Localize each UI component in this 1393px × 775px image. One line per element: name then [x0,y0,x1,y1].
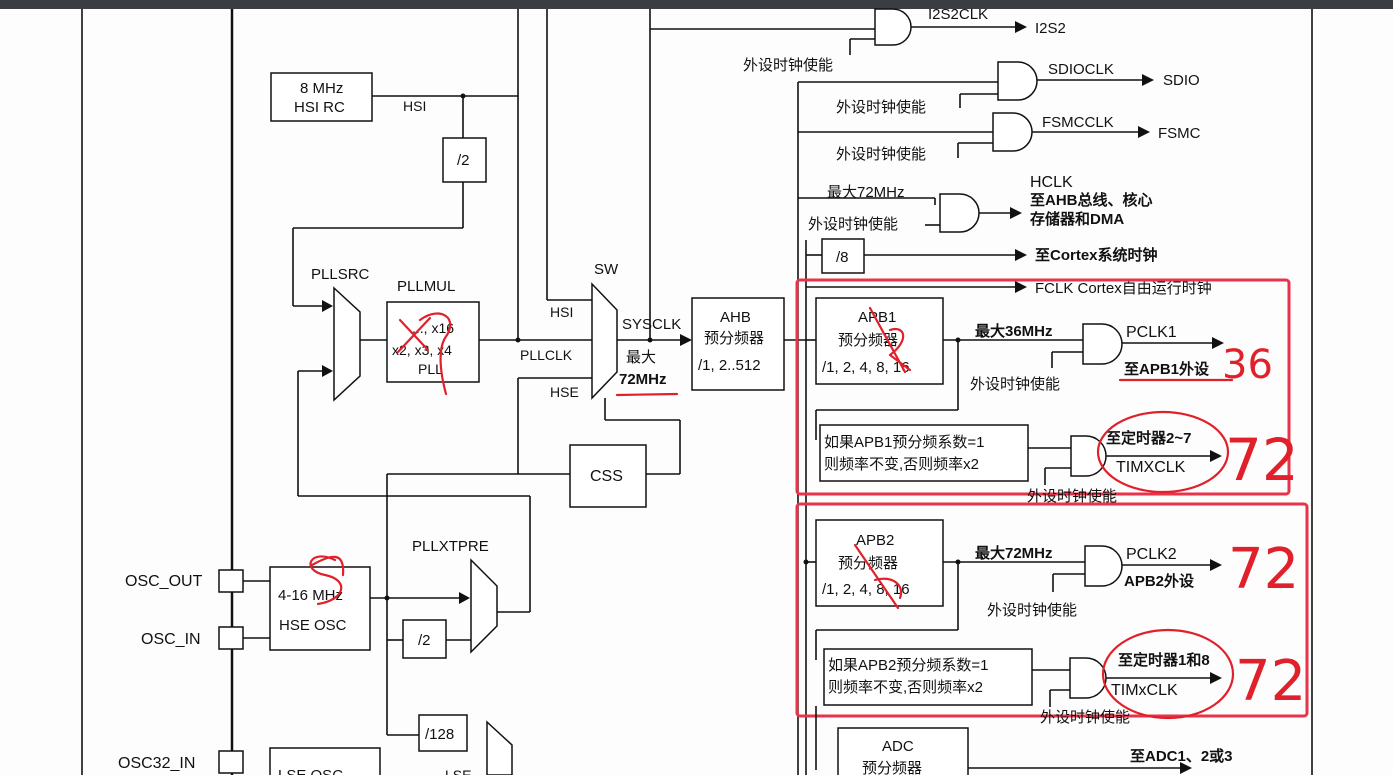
sdio-label: SDIO [1163,72,1200,89]
osc32-in-pin [218,750,244,774]
fsmc-label: FSMC [1158,125,1201,142]
timxclk-lower-label: TIMxCLK [1111,682,1178,699]
hse-osc-line1: 4-16 MHz [278,587,343,604]
peri-en-sdio: 外设时钟使能 [836,99,926,116]
tim18-label: 至定时器1和8 [1118,651,1210,669]
cortex-clock-label: 至Cortex系统时钟 [1035,246,1158,264]
osc-out-label: OSC_OUT [125,573,203,590]
pllsrc-mux [333,286,361,402]
pclk1-label: PCLK1 [1126,324,1177,341]
lse-label: LSE [445,767,471,775]
and-gate-hclk [939,193,980,233]
apb2-dest-label: APB2外设 [1124,572,1194,590]
osc-out-pin [218,569,244,593]
apb1-label: APB1 [858,309,896,326]
adc-prescaler-label: 预分频器 [862,760,922,775]
peri-en-apb1: 外设时钟使能 [970,376,1060,393]
timxclk-upper-label: TIMXCLK [1116,459,1186,476]
hsi-line-label: HSI [403,98,426,114]
hsi-rc-line2: HSI RC [294,99,345,116]
apb1-cond-line1: 如果APB1预分频系数=1 [824,434,984,451]
pllxtpre-mux [470,558,498,654]
hclk-max-label: 最大72MHz [827,184,905,201]
div8-label: /8 [836,249,849,266]
sw-mux [591,282,618,400]
osc32-in-label: OSC32_IN [118,755,195,772]
apb2-label: APB2 [856,532,894,549]
stm32-clock-tree-diagram: I2S2CLK I2S2 外设时钟使能 SDIOCLK SDIO 外设时钟使能 … [81,6,1313,775]
pclk2-label: PCLK2 [1126,546,1177,563]
sw-hse-label: HSE [550,384,579,400]
apb2-max-label: 最大72MHz [975,544,1053,562]
ahb-div-label: /1, 2..512 [698,357,761,374]
sdioclk-label: SDIOCLK [1048,61,1114,78]
peri-en-tim27: 外设时钟使能 [1027,488,1117,505]
i2s2-label: I2S2 [1035,20,1066,37]
peri-en-tim18: 外设时钟使能 [1040,709,1130,726]
adc-dest-label: 至ADC1、2或3 [1130,747,1233,765]
sw-label: SW [594,261,619,278]
hsi-div2-label: /2 [457,152,470,169]
css-label: CSS [590,468,623,485]
hsi-rc-line1: 8 MHz [300,80,343,97]
hclk-dest-line1: 至AHB总线、核心 [1030,191,1153,209]
and-gate-i2s2 [874,8,912,46]
handwritten-72-timers: 72 [1235,649,1306,714]
pllclk-label: PLLCLK [520,347,573,363]
lse-osc-label: LSE OSC [278,767,343,775]
and-gate-pclk2 [1084,545,1123,587]
and-gate-tim18 [1069,657,1107,699]
pllxtpre-label: PLLXTPRE [412,538,489,555]
tim27-label: 至定时器2~7 [1106,429,1191,447]
adc-label: ADC [882,738,914,755]
peri-en-i2s2: 外设时钟使能 [743,57,833,74]
and-gate-sdio [997,61,1038,101]
and-gate-pclk1 [1082,323,1123,365]
handwritten-72-apb2: 72 [1228,537,1299,602]
pllmul-label: PLLMUL [397,278,455,295]
apb2-cond-line2: 则频率不变,否则频率x2 [828,679,983,696]
hse-osc-box [269,566,371,651]
apb1-max-label: 最大36MHz [975,322,1053,340]
i2s2clk-label: I2S2CLK [928,6,988,23]
osc-in-label: OSC_IN [141,631,201,648]
apb1-div-label: /1, 2, 4, 8, 16 [822,359,910,376]
hse-div2-label: /2 [418,632,431,649]
peri-en-fsmc: 外设时钟使能 [836,146,926,163]
hse-osc-line2: HSE OSC [279,617,347,634]
osc-in-pin [218,626,244,650]
ahb-label: AHB [720,309,751,326]
rtc-mux [486,720,513,775]
sysclk-label: SYSCLK [622,316,681,333]
apb1-cond-line2: 则频率不变,否则频率x2 [824,456,979,473]
handwritten-36: 36 [1222,342,1273,388]
and-gate-fsmc [992,112,1033,152]
pllsrc-label: PLLSRC [311,266,370,283]
apb2-cond-line1: 如果APB2预分频系数=1 [828,657,988,674]
sysclk-max-value: 72MHz [619,371,667,388]
apb1-dest-label: 至APB1外设 [1124,360,1209,378]
peri-en-hclk: 外设时钟使能 [808,216,898,233]
sw-hsi-label: HSI [550,304,573,320]
hclk-dest-line2: 存储器和DMA [1030,210,1124,228]
pll-text: PLL [418,361,443,377]
ahb-prescaler-label: 预分频器 [704,330,764,347]
fsmcclk-label: FSMCCLK [1042,114,1114,131]
div128-label: /128 [425,726,454,743]
sysclk-max-label: 最大 [626,349,656,366]
hclk-label: HCLK [1030,174,1073,191]
peri-en-apb2: 外设时钟使能 [987,602,1077,619]
fclk-label: FCLK Cortex自由运行时钟 [1035,280,1212,297]
handwritten-72-apb1: 72 [1225,426,1299,494]
